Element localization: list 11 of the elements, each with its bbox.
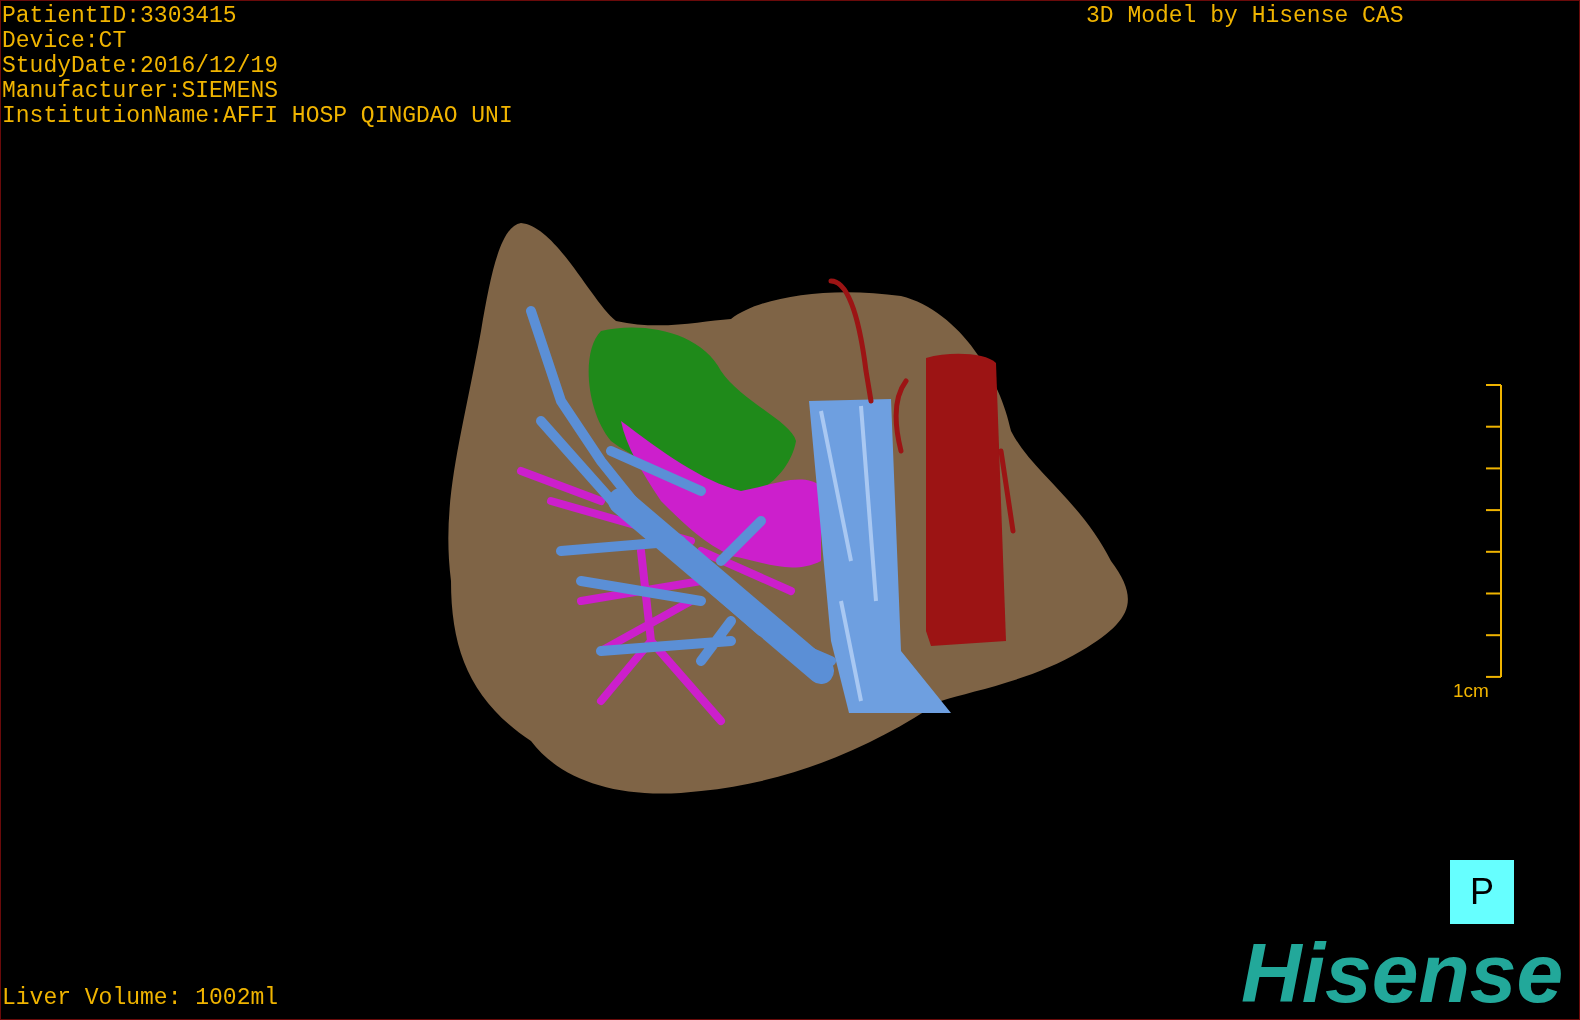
patient-info-text: StudyDate:2016/12/19 xyxy=(2,54,279,79)
logo: Hisense xyxy=(1241,931,1564,1015)
patient-info-text: Manufacturer:SIEMENS xyxy=(2,79,279,104)
liver-volume-text: Liver Volume: 1002ml xyxy=(2,986,279,1011)
patient-info-text: InstitutionName:AFFI HOSP QINGDAO UNI xyxy=(2,104,513,129)
patient-info-text: PatientID:3303415 xyxy=(2,4,237,29)
patient-info-text: Device:CT xyxy=(2,29,127,54)
scale-label: 1cm xyxy=(1453,680,1489,702)
scale-bar-icon xyxy=(1486,384,1502,678)
model-credit-text: 3D Model by Hisense CAS xyxy=(1086,4,1404,29)
orientation-marker: P xyxy=(1450,860,1514,924)
